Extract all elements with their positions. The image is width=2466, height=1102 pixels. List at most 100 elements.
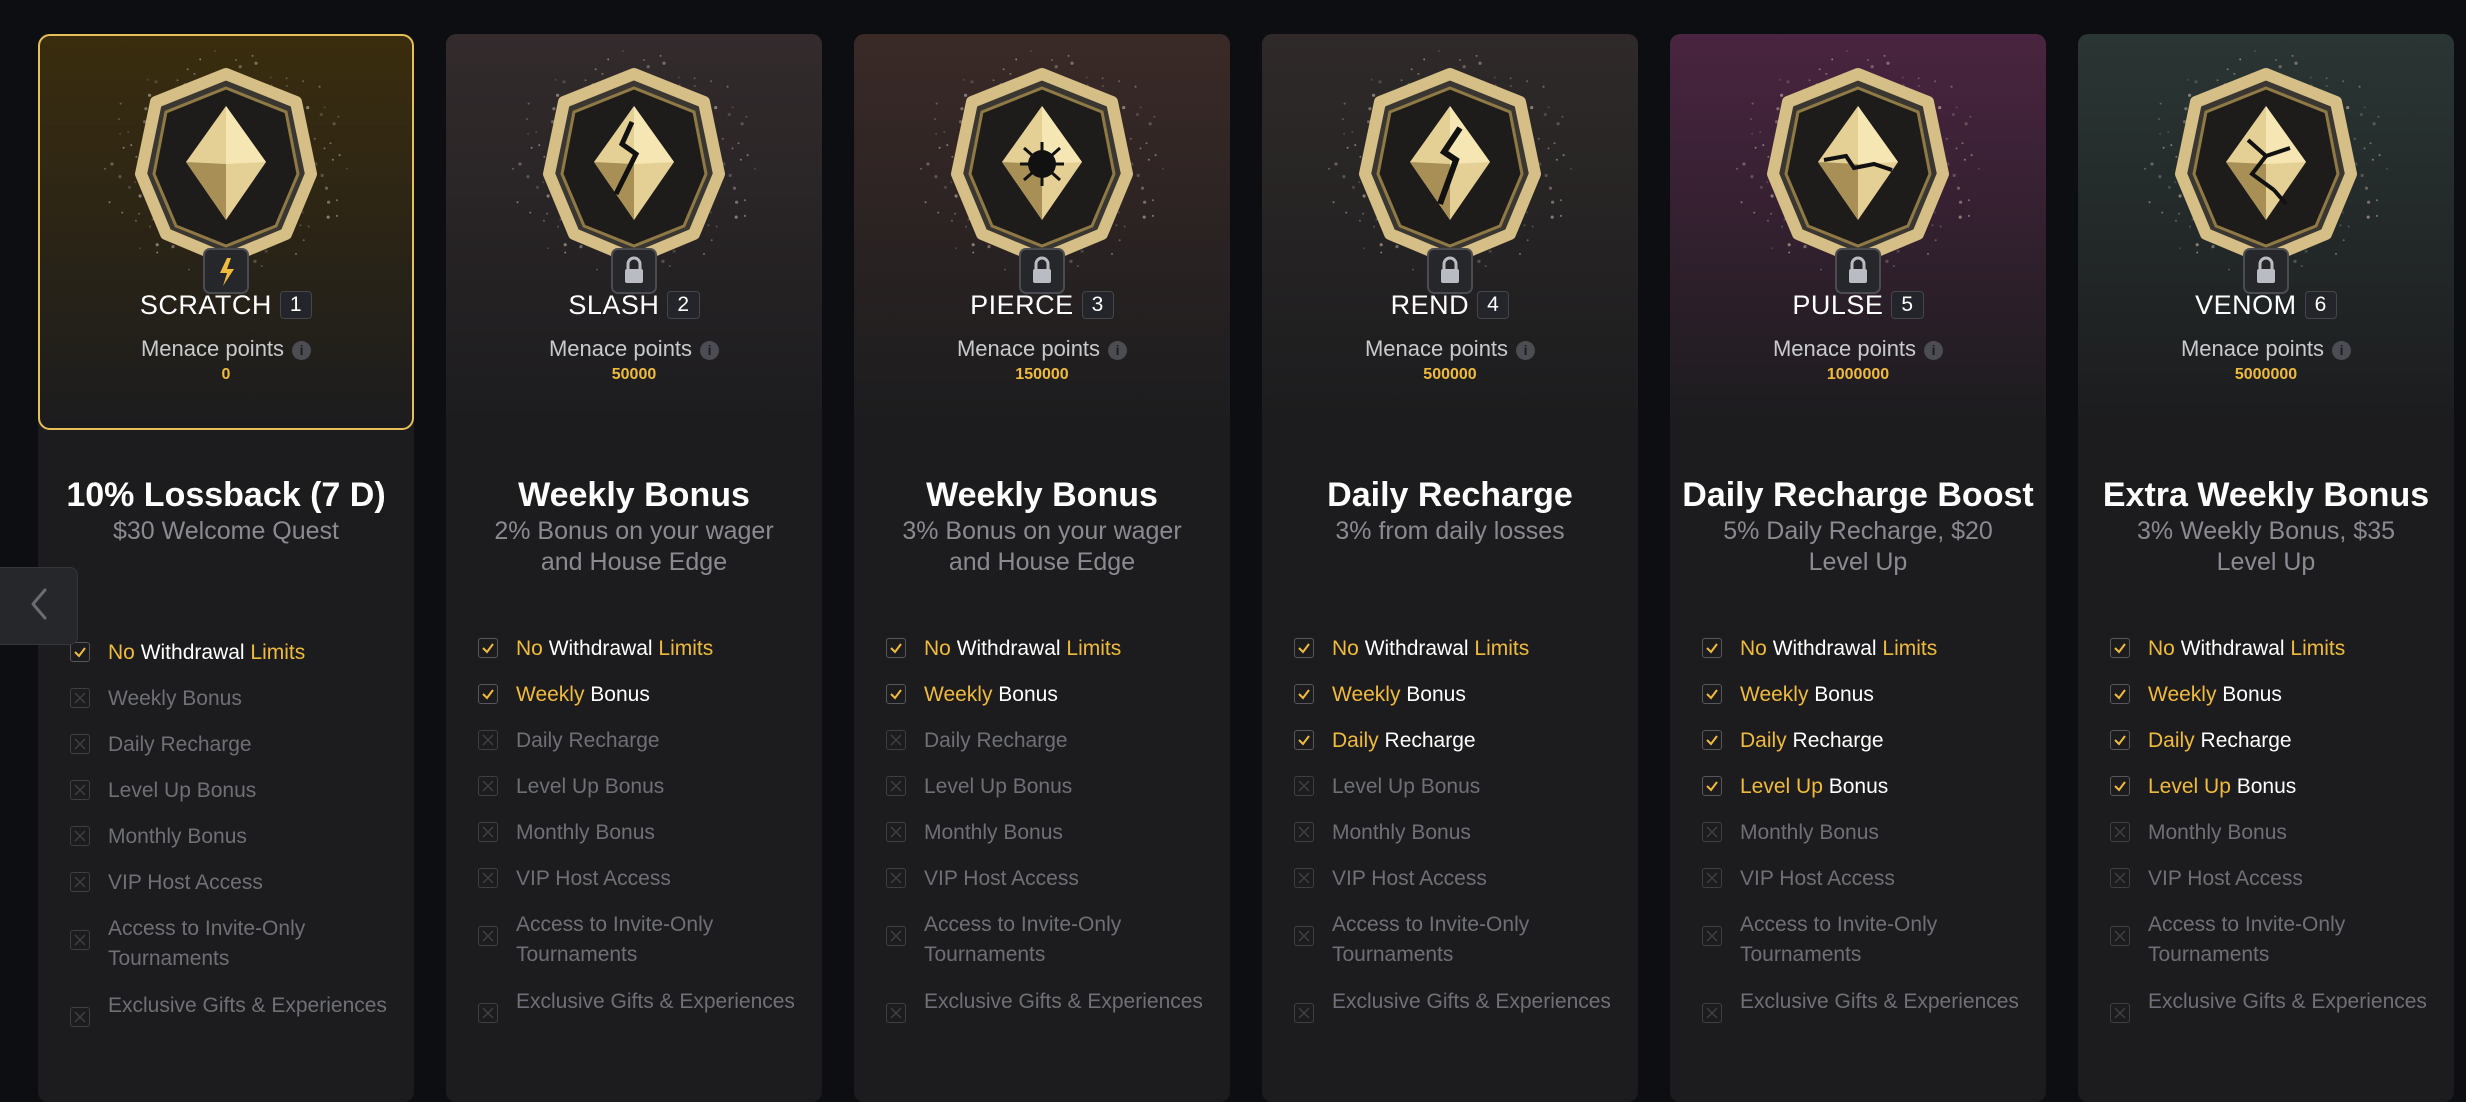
cross-icon <box>1702 1003 1722 1023</box>
feature-label: Exclusive Gifts & Experiences <box>1740 990 2019 1013</box>
perk-subtitle: 2% Bonus on your wager and House Edge <box>494 517 774 576</box>
menace-points-value: 500000 <box>1423 366 1477 383</box>
tier-number: 4 <box>1477 291 1510 319</box>
tier-badge <box>2078 50 2454 294</box>
check-icon <box>478 638 498 658</box>
check-icon <box>890 689 902 700</box>
check-icon <box>1702 730 1722 750</box>
cross-icon <box>886 730 906 750</box>
feature-label: Monthly Bonus <box>516 821 655 844</box>
cross-icon <box>2114 930 2126 942</box>
tier-number: 5 <box>1891 291 1924 319</box>
check-icon <box>1702 776 1722 796</box>
info-icon[interactable]: i <box>1108 341 1128 360</box>
tier-card-slash[interactable]: SLASH 2 Menace points i 50000 Weekly Bonus… <box>446 34 822 1102</box>
check-icon <box>2110 684 2130 704</box>
tier-rank: SLASH 2 <box>446 290 822 321</box>
cross-icon <box>1294 1003 1314 1023</box>
cross-icon <box>890 872 902 884</box>
feature-label: Daily Recharge <box>1740 729 1884 752</box>
cross-icon <box>886 926 906 946</box>
tier-name: SLASH <box>568 290 660 320</box>
cross-icon <box>1706 930 1718 942</box>
cross-icon <box>74 876 86 888</box>
cross-icon <box>74 934 86 946</box>
cross-icon <box>478 776 498 796</box>
feature-label: Daily Recharge <box>1332 729 1476 752</box>
check-icon <box>1294 684 1314 704</box>
tier-card-pulse[interactable]: PULSE 5 Menace points i 1000000 Daily Rech… <box>1670 34 2046 1102</box>
info-icon[interactable]: i <box>1924 341 1944 360</box>
perk-subtitle: 3% Bonus on your wager and House Edge <box>902 517 1182 576</box>
tier-rank: PULSE 5 <box>1670 290 2046 321</box>
cross-icon <box>1702 822 1722 842</box>
cross-icon <box>1706 872 1718 884</box>
cross-icon <box>478 730 498 750</box>
carousel-prev-button[interactable] <box>0 567 78 645</box>
check-icon <box>482 643 494 654</box>
feature-label: Exclusive Gifts & Experiences <box>516 990 795 1013</box>
cross-icon <box>1706 1007 1718 1019</box>
cross-icon <box>1702 868 1722 888</box>
feature-label: Daily Recharge <box>924 729 1068 752</box>
menace-points-label: Menace points i <box>446 336 822 362</box>
cross-icon <box>2110 822 2130 842</box>
cross-icon <box>2110 1003 2130 1023</box>
menace-points-label: Menace points i <box>38 336 414 362</box>
tier-card-pierce[interactable]: PIERCE 3 Menace points i 150000 Weekly Bon… <box>854 34 1230 1102</box>
cross-icon <box>2114 872 2126 884</box>
tier-badge <box>854 50 1230 294</box>
cross-icon <box>886 776 906 796</box>
feature-label: Level Up Bonus <box>2148 775 2297 798</box>
cross-icon <box>482 930 494 942</box>
feature-label: Access to Invite-Only Tournaments <box>108 917 306 970</box>
check-icon <box>1702 684 1722 704</box>
check-icon <box>2110 730 2130 750</box>
tier-card-scratch[interactable]: SCRATCH 1 Menace points i 0 10% Lossback (… <box>38 34 414 1102</box>
perk-title: Weekly Bonus <box>518 476 750 514</box>
tier-card-rend[interactable]: REND 4 Menace points i 500000 Daily Rechar… <box>1262 34 1638 1102</box>
tier-name: PULSE <box>1792 290 1884 320</box>
tier-number: 2 <box>667 291 700 319</box>
feature-label: Access to Invite-Only Tournaments <box>2148 913 2346 966</box>
cross-icon <box>1294 822 1314 842</box>
menace-points-label: Menace points i <box>1670 336 2046 362</box>
feature-label: Access to Invite-Only Tournaments <box>924 913 1122 966</box>
check-icon <box>1298 689 1310 700</box>
menace-points-label: Menace points i <box>1262 336 1638 362</box>
tier-number: 3 <box>1081 291 1114 319</box>
info-icon[interactable]: i <box>1516 341 1536 360</box>
chevron-left-icon <box>28 587 50 626</box>
cross-icon <box>2114 826 2126 838</box>
menace-points-value: 50000 <box>611 366 657 383</box>
check-icon <box>2110 638 2130 658</box>
feature-label: Level Up Bonus <box>1740 775 1889 798</box>
check-icon <box>1706 781 1718 792</box>
perk-title: Daily Recharge <box>1327 476 1573 514</box>
cross-icon <box>1298 780 1310 792</box>
cross-icon <box>1706 826 1718 838</box>
cross-icon <box>478 926 498 946</box>
tier-name: REND <box>1390 290 1470 320</box>
check-icon <box>1298 643 1310 654</box>
info-icon[interactable]: i <box>700 341 720 360</box>
cross-icon <box>886 822 906 842</box>
check-icon <box>1706 689 1718 700</box>
perk-subtitle: 5% Daily Recharge, $20 Level Up <box>1723 517 1993 576</box>
cross-icon <box>74 1011 86 1023</box>
cross-icon <box>2110 926 2130 946</box>
menace-points-value: 1000000 <box>1826 366 1890 383</box>
cross-icon <box>478 1003 498 1023</box>
check-icon <box>1294 638 1314 658</box>
info-icon[interactable]: i <box>292 341 312 360</box>
cross-icon <box>482 872 494 884</box>
check-icon <box>1298 735 1310 746</box>
info-icon[interactable]: i <box>2332 341 2352 360</box>
tier-badge <box>1670 50 2046 294</box>
cross-icon <box>890 826 902 838</box>
feature-label: VIP Host Access <box>1332 867 1487 890</box>
feature-label: No Withdrawal Limits <box>108 641 306 664</box>
cross-icon <box>70 780 90 800</box>
tier-card-venom[interactable]: VENOM 6 Menace points i 5000000 Extra Week… <box>2078 34 2454 1102</box>
check-icon <box>2114 643 2126 654</box>
